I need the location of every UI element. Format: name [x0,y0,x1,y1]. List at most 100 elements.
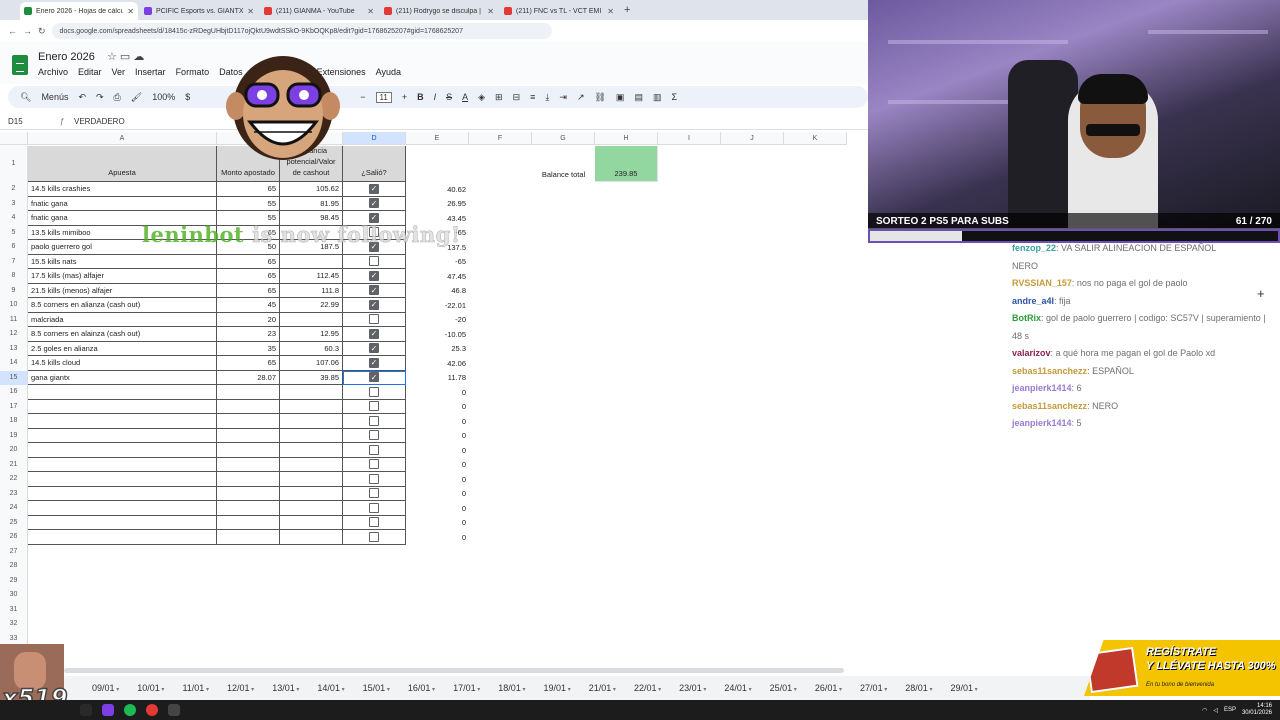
close-icon[interactable]: ✕ [367,7,374,16]
cell-e[interactable]: 0 [406,443,469,458]
row-header[interactable]: 12 [0,327,28,342]
checkbox[interactable] [369,517,379,528]
obs-icon[interactable] [168,704,180,716]
header-apuesta[interactable]: Apuesta [28,146,217,182]
cell-ganancia[interactable]: 81.95 [280,196,343,211]
row-header[interactable]: 10 [0,298,28,313]
sheet-tab[interactable]: 11/01 [182,683,209,693]
column-header[interactable]: G [532,132,595,145]
new-tab-icon[interactable]: + [624,4,630,16]
cell-salio[interactable] [343,428,406,443]
close-icon[interactable]: ✕ [607,7,614,16]
font-size-decrease-icon[interactable]: − [360,92,365,102]
row-header[interactable]: 15 [0,370,28,385]
chrome-icon[interactable] [146,704,158,716]
checkbox[interactable] [369,488,379,499]
chart-icon[interactable]: ▤ [634,92,643,103]
row-header[interactable]: 25 [0,515,28,530]
cell-apuesta[interactable] [28,443,217,458]
merge-icon[interactable]: ⊟ [513,92,521,103]
sheet-tab[interactable]: 23/01 [679,683,706,693]
cell-monto[interactable]: 35 [217,341,280,356]
cell-monto[interactable]: 65 [217,356,280,371]
cell-monto[interactable] [217,428,280,443]
sheet-tab[interactable]: 22/01 [634,683,661,693]
cell-salio[interactable] [343,530,406,545]
wrap-icon[interactable]: ⇥ [559,92,567,103]
sheet-tab[interactable]: 09/01 [92,683,119,693]
cell-apuesta[interactable]: 21.5 kills (menos) alfajer [28,283,217,298]
row-header[interactable]: 16 [0,385,28,400]
cell-apuesta[interactable] [28,530,217,545]
cell-e[interactable]: 47.45 [406,269,469,284]
cell-e[interactable]: 25.3 [406,342,469,357]
currency-button[interactable]: $ [185,92,190,102]
cell-apuesta[interactable] [28,385,217,400]
rotate-icon[interactable]: ↗ [577,92,585,103]
back-icon[interactable]: ← [8,26,17,36]
column-header[interactable]: D [343,132,406,145]
add-icon[interactable]: + [1257,286,1265,301]
checkbox[interactable]: ✓ [369,343,379,354]
cell-ganancia[interactable] [280,486,343,501]
cell-ganancia[interactable] [280,385,343,400]
cell-monto[interactable] [217,472,280,487]
sheet-tab[interactable]: 27/01 [860,683,887,693]
cell-e[interactable]: 0 [406,429,469,444]
row-header[interactable]: 11 [0,312,28,327]
row-header[interactable]: 18 [0,414,28,429]
row-header[interactable]: 8 [0,269,28,284]
cell-ganancia[interactable] [280,428,343,443]
cell-monto[interactable]: 28.07 [217,370,280,385]
row-header[interactable]: 26 [0,530,28,545]
strikethrough-icon[interactable]: S [446,92,452,102]
cell-salio[interactable] [343,399,406,414]
cell-apuesta[interactable] [28,515,217,530]
search-icon[interactable]: 🔍︎ [20,92,31,103]
cell-e[interactable]: 26.95 [406,197,469,212]
formula-input[interactable]: VERDADERO [74,117,125,126]
sheet-tab[interactable]: 15/01 [363,683,390,693]
italic-icon[interactable]: I [434,92,437,102]
cell-e[interactable]: 0 [406,414,469,429]
row-header[interactable]: 4 [0,211,28,226]
cell-salio[interactable] [343,312,406,327]
spreadsheet-grid[interactable]: ABCDEFGHIJK12345678910111213141516171819… [0,132,868,644]
browser-tab[interactable]: Enero 2026 - Hojas de cálculo ✕ [20,2,138,20]
row-header[interactable]: 19 [0,428,28,443]
row-header[interactable]: 3 [0,196,28,211]
cell-salio[interactable] [343,486,406,501]
sheet-tab[interactable]: 14/01 [317,683,344,693]
cell-salio[interactable] [343,501,406,516]
checkbox[interactable] [369,430,379,441]
cell-apuesta[interactable] [28,486,217,501]
document-title[interactable]: Enero 2026 [38,51,95,63]
cell-monto[interactable] [217,501,280,516]
checkbox[interactable] [369,473,379,484]
cell-salio[interactable]: ✓ [343,283,406,298]
cell-ganancia[interactable] [280,472,343,487]
sheet-tab[interactable]: 29/01 [950,683,977,693]
filter-icon[interactable]: ▥ [653,92,662,103]
menu-item[interactable]: Editar [78,67,102,77]
row-header[interactable]: 5 [0,225,28,240]
balance-value[interactable]: 239.85 [595,146,658,182]
cell-ganancia[interactable] [280,515,343,530]
cell-ganancia[interactable]: 12.95 [280,327,343,342]
cell-apuesta[interactable] [28,428,217,443]
cell-salio[interactable]: ✓ [343,370,406,385]
fill-color-icon[interactable]: ◈ [478,92,485,103]
sheet-tab[interactable]: 13/01 [272,683,299,693]
checkbox[interactable]: ✓ [369,357,379,368]
column-header[interactable]: H [595,132,658,145]
cell-ganancia[interactable]: 22.99 [280,298,343,313]
row-header[interactable]: 27 [0,544,28,559]
sheet-tab[interactable]: 19/01 [544,683,571,693]
language-indicator[interactable]: ESP [1224,707,1236,713]
menu-item[interactable]: Ver [112,67,126,77]
cell-monto[interactable] [217,414,280,429]
header-salio[interactable]: ¿Salió? [343,146,406,182]
cell-salio[interactable]: ✓ [343,269,406,284]
sheet-tab[interactable]: 18/01 [498,683,525,693]
column-header[interactable]: E [406,132,469,145]
